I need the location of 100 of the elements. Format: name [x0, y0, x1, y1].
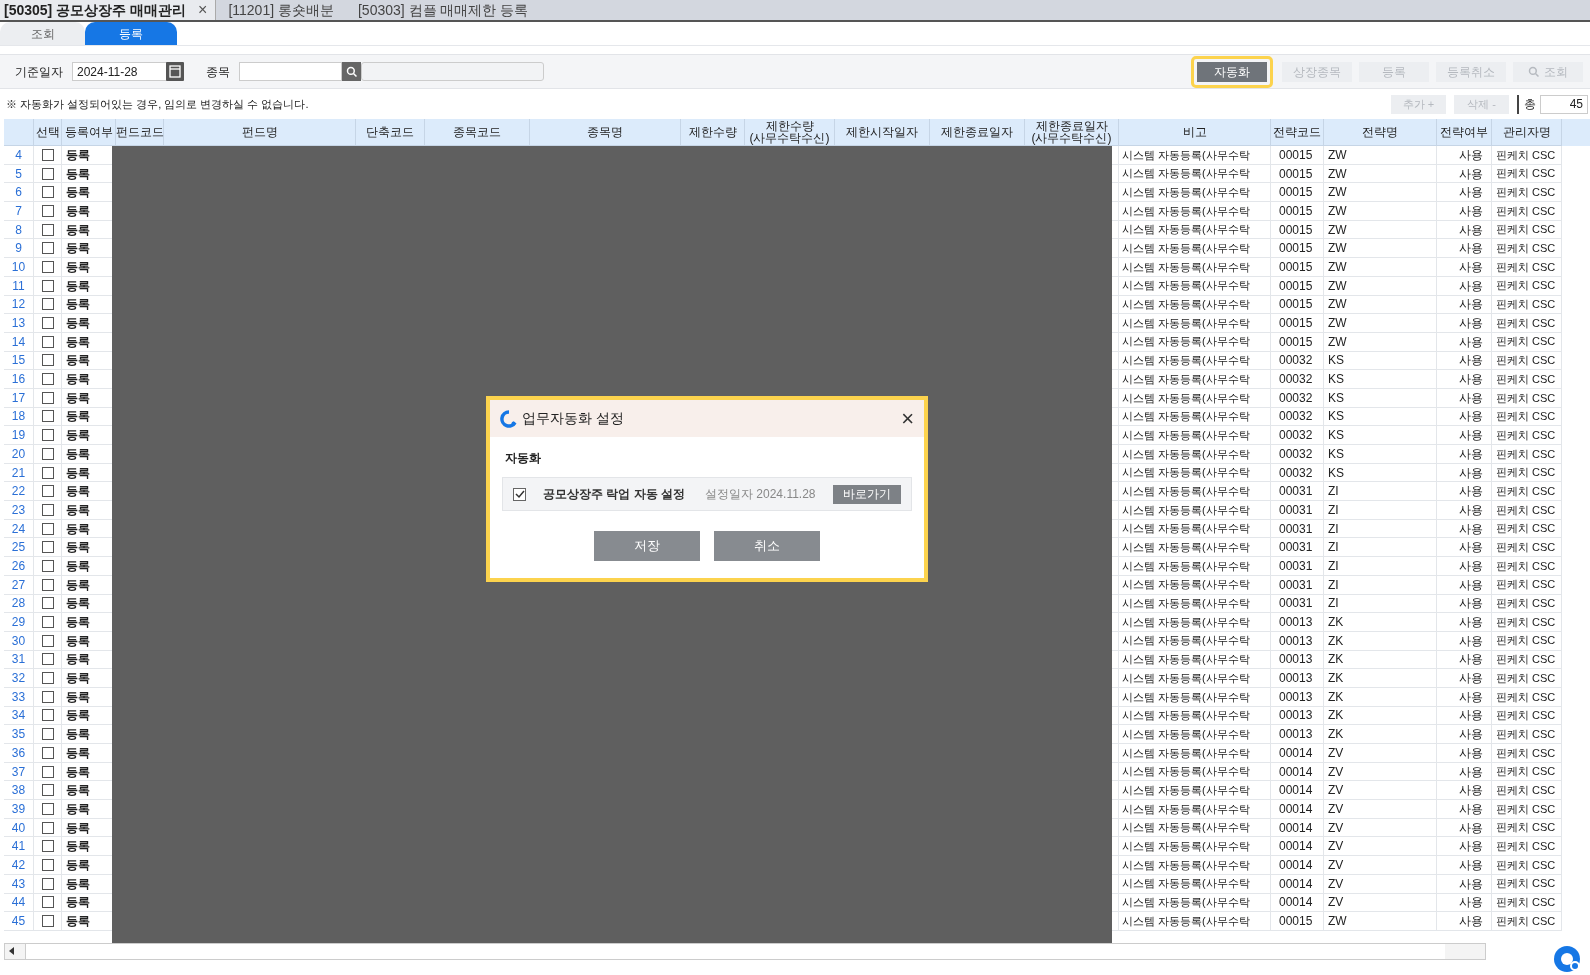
row-checkbox[interactable] — [41, 653, 54, 666]
row-checkbox[interactable] — [41, 728, 54, 741]
table-cell-text: 사용 — [1459, 240, 1483, 258]
row-number: 17 — [11, 389, 26, 407]
row-checkbox[interactable] — [41, 410, 54, 423]
row-checkbox[interactable] — [41, 597, 54, 610]
row-checkbox[interactable] — [41, 578, 54, 591]
header-corner-cell — [4, 119, 34, 146]
row-checkbox[interactable] — [41, 447, 54, 460]
table-cell-text: 등록 — [66, 277, 90, 295]
table-cell: 등록 — [66, 856, 90, 874]
table-cell-text: 등록 — [66, 782, 90, 800]
row-checkbox[interactable] — [41, 503, 54, 516]
row-checkbox[interactable] — [41, 354, 54, 367]
table-cell-text: 시스템 자동등록(사무수탁 — [1122, 801, 1250, 817]
row-number: 15 — [11, 352, 26, 370]
table-cell-text: 등록 — [66, 595, 90, 613]
row-checkbox[interactable] — [41, 858, 54, 871]
window-tab[interactable]: [11201] 롱숏배분 — [216, 0, 346, 20]
table-cell-text: 핀케치 CSC — [1496, 782, 1556, 798]
row-checkbox[interactable] — [41, 391, 54, 404]
app-logo-icon — [500, 409, 518, 428]
window-tab[interactable]: [50305] 공모상장주 매매관리 × — [0, 0, 217, 20]
row-checkbox[interactable] — [41, 298, 54, 311]
date-field[interactable]: 2024-11-28 — [72, 62, 167, 81]
notice-text: ※ 자동화가 설정되어있는 경우, 임의로 변경하실 수 없습니다. — [6, 96, 309, 112]
search-button[interactable] — [342, 62, 361, 81]
row-checkbox[interactable] — [41, 840, 54, 853]
horizontal-scrollbar[interactable] — [4, 942, 1486, 960]
row-checkbox[interactable] — [41, 335, 54, 348]
table-cell-text: 등록 — [66, 576, 90, 594]
dialog-button[interactable]: 취소 — [714, 531, 820, 561]
table-cell-text: KS — [1328, 408, 1344, 426]
table-cell-text: 등록 — [66, 483, 90, 501]
row-number: 44 — [11, 894, 26, 912]
row-checkbox[interactable] — [41, 148, 54, 161]
row-checkbox[interactable] — [41, 746, 54, 759]
row-checkbox[interactable] — [41, 802, 54, 815]
row-checkbox[interactable] — [41, 821, 54, 834]
window-tab[interactable]: [50303] 컴플 매매제한 등록 — [345, 0, 541, 20]
table-cell-text: 00013 — [1279, 632, 1313, 650]
table-cell-text: 시스템 자동등록(사무수탁 — [1122, 427, 1250, 443]
table-cell-text: 시스템 자동등록(사무수탁 — [1122, 652, 1250, 668]
table-cell-text: 사용 — [1459, 632, 1483, 650]
row-number: 14 — [11, 333, 26, 351]
row-checkbox[interactable] — [41, 765, 54, 778]
row-checkbox[interactable] — [41, 541, 54, 554]
close-tab-icon[interactable]: × — [198, 0, 208, 22]
row-checkbox[interactable] — [41, 429, 54, 442]
table-cell-text: 시스템 자동등록(사무수탁 — [1122, 670, 1250, 686]
sub-tab[interactable]: 조회 — [0, 22, 85, 45]
table-cell-text: 시스템 자동등록(사무수탁 — [1122, 166, 1250, 182]
table-cell-text: 핀케치 CSC — [1496, 614, 1556, 630]
table-cell-text: 사용 — [1459, 277, 1483, 295]
row-checkbox[interactable] — [41, 690, 54, 703]
calendar-icon[interactable] — [166, 62, 184, 81]
row-checkbox[interactable] — [41, 634, 54, 647]
row-checkbox[interactable] — [41, 877, 54, 890]
close-icon[interactable]: × — [901, 407, 914, 430]
row-checkbox[interactable] — [41, 466, 54, 479]
sub-tab[interactable]: 등록 — [85, 22, 177, 45]
row-checkbox[interactable] — [41, 485, 54, 498]
table-cell-text: KS — [1328, 389, 1344, 407]
table-cell-text: 사용 — [1459, 875, 1483, 893]
row-checkbox[interactable] — [41, 709, 54, 722]
table-cell: KS — [1328, 445, 1344, 463]
row-number: 43 — [11, 875, 26, 893]
item-field[interactable] — [239, 62, 342, 81]
dialog-button[interactable]: 저장 — [594, 531, 700, 561]
row-checkbox[interactable] — [41, 784, 54, 797]
row-number: 22 — [11, 483, 26, 501]
table-cell: 사용 — [1459, 800, 1483, 818]
row-checkbox[interactable] — [41, 223, 54, 236]
table-cell-text: 00032 — [1279, 389, 1313, 407]
row-checkbox[interactable] — [41, 204, 54, 217]
row-checkbox[interactable] — [41, 167, 54, 180]
row-checkbox[interactable] — [41, 317, 54, 330]
setting-checkbox[interactable] — [513, 487, 526, 501]
row-checkbox[interactable] — [41, 260, 54, 273]
row-checkbox[interactable] — [41, 896, 54, 909]
table-cell-text: 시스템 자동등록(사무수탁 — [1122, 726, 1250, 742]
table-cell-text: 핀케치 CSC — [1496, 446, 1556, 462]
row-checkbox[interactable] — [41, 672, 54, 685]
table-cell-text: 사용 — [1459, 819, 1483, 837]
row-checkbox[interactable] — [41, 242, 54, 255]
row-checkbox[interactable] — [41, 279, 54, 292]
table-cell-text: ZW — [1328, 240, 1347, 258]
chat-icon[interactable] — [1553, 945, 1583, 973]
table-cell-text: ZV — [1328, 782, 1344, 800]
row-checkbox[interactable] — [41, 186, 54, 199]
row-checkbox[interactable] — [41, 559, 54, 572]
toolbar-button[interactable]: 자동화 — [1197, 61, 1267, 82]
row-checkbox[interactable] — [41, 522, 54, 535]
table-cell-text: 등록 — [66, 707, 90, 725]
row-number: 20 — [11, 445, 26, 463]
row-checkbox[interactable] — [41, 373, 54, 386]
go-button[interactable]: 바로가기 — [833, 484, 901, 504]
table-cell-text: 시스템 자동등록(사무수탁 — [1122, 633, 1250, 649]
row-checkbox[interactable] — [41, 915, 54, 928]
row-checkbox[interactable] — [41, 616, 54, 629]
